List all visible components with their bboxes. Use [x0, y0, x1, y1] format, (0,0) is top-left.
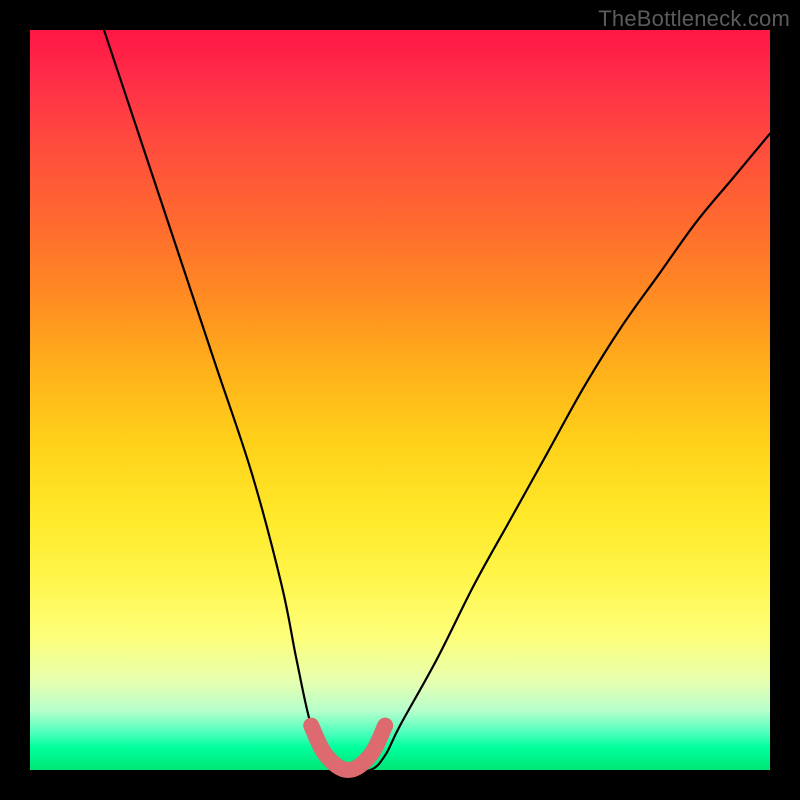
- watermark-text: TheBottleneck.com: [598, 6, 790, 32]
- target-band: [311, 726, 385, 770]
- bottleneck-curve: [104, 30, 770, 772]
- chart-frame: TheBottleneck.com: [0, 0, 800, 800]
- plot-area: [30, 30, 770, 770]
- chart-svg: [30, 30, 770, 770]
